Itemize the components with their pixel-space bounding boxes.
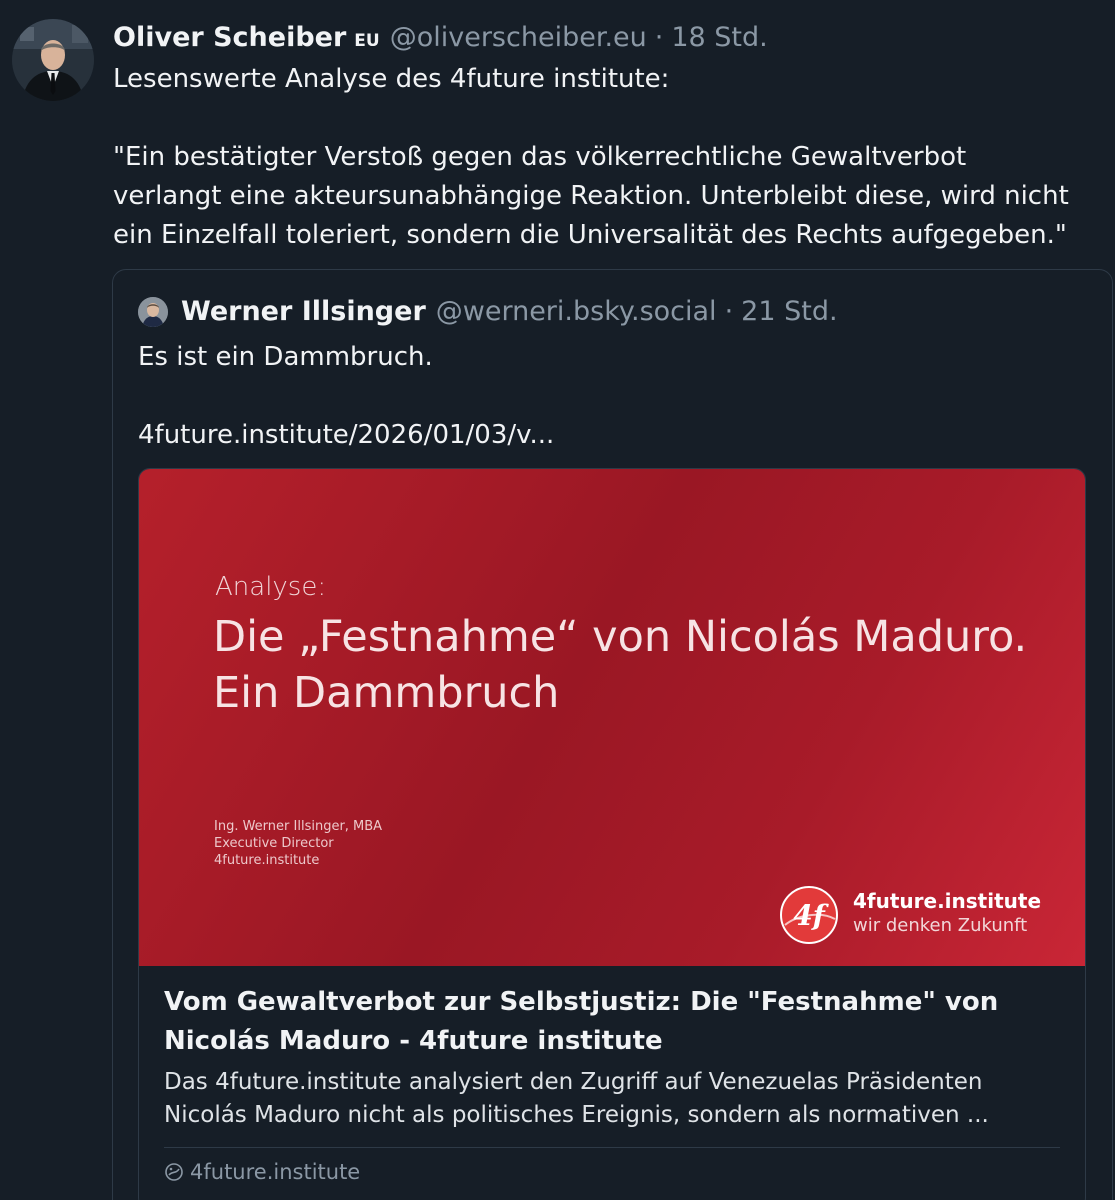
quoted-avatar[interactable] (138, 297, 168, 327)
post-header: Oliver Scheiber EU @oliverscheiber.eu · … (113, 18, 768, 58)
thumbnail-tagline: wir denken Zukunft (853, 915, 1028, 936)
author-handle[interactable]: @oliverscheiber.eu (390, 18, 647, 58)
thumbnail-headline-line: Ein Dammbruch (213, 668, 560, 718)
thumbnail-credit-line: Ing. Werner Illsinger, MBA (214, 819, 383, 834)
post: Oliver Scheiber EU @oliverscheiber.eu · … (0, 0, 1115, 1200)
thumbnail-headline-line: Die „Festnahme“ von Nicolás Maduro. (213, 612, 1028, 662)
globe-icon (165, 1163, 183, 1181)
post-text-line: "Ein bestätigter Verstoß gegen das völke… (113, 142, 967, 172)
author-badge: EU (354, 31, 380, 51)
quoted-avatar-photo-icon (138, 297, 168, 327)
quoted-author-handle[interactable]: @werneri.bsky.social (436, 294, 717, 330)
4future-logo-icon: 4f (780, 886, 838, 944)
link-preview-card[interactable]: Analyse: Die „Festnahme“ von Nicolás Mad… (138, 468, 1086, 1200)
separator: · (724, 296, 734, 327)
link-desc-line: Nicolás Maduro nicht als politisches Ere… (164, 1102, 989, 1128)
link-preview-thumbnail: Analyse: Die „Festnahme“ von Nicolás Mad… (139, 469, 1085, 966)
link-title-line: Vom Gewaltverbot zur Selbstjustiz: Die "… (164, 987, 999, 1017)
quoted-timestamp[interactable]: 21 Std. (741, 294, 837, 330)
link-domain-text: 4future.institute (190, 1160, 361, 1184)
link-desc-line: Das 4future.institute analysiert den Zug… (164, 1069, 983, 1095)
quoted-text-line: Es ist ein Dammbruch. (138, 342, 433, 372)
post-text: Lesenswerte Analyse des 4future institut… (113, 60, 1113, 255)
link-title-line: Nicolás Maduro - 4future institute (164, 1026, 663, 1056)
quoted-post[interactable]: Werner Illsinger @werneri.bsky.social · … (112, 269, 1113, 1200)
post-timestamp[interactable]: 18 Std. (671, 18, 767, 58)
post-text-line: verlangt eine akteursunabhängige Reaktio… (113, 181, 1069, 211)
link-preview-description: Das 4future.institute analysiert den Zug… (164, 1066, 989, 1132)
avatar-photo-icon (12, 19, 94, 101)
link-preview-domain[interactable]: 4future.institute (164, 1160, 360, 1184)
quoted-post-header: Werner Illsinger @werneri.bsky.social · … (138, 294, 838, 330)
quoted-post-text: Es ist ein Dammbruch. 4future.institute/… (138, 338, 554, 455)
thumbnail-kicker: Analyse: (215, 572, 327, 602)
thumbnail-brand: 4future.institute (853, 889, 1042, 913)
logo-text: 4f (793, 899, 829, 932)
separator: · (654, 22, 664, 53)
thumbnail-credit: Ing. Werner Illsinger, MBA Executive Dir… (214, 818, 382, 869)
divider (164, 1147, 1060, 1148)
thumbnail-credit-line: 4future.institute (214, 853, 320, 868)
link-preview-title[interactable]: Vom Gewaltverbot zur Selbstjustiz: Die "… (164, 983, 998, 1061)
avatar[interactable] (12, 19, 94, 101)
author-name[interactable]: Oliver Scheiber (113, 18, 346, 58)
post-text-line: ein Einzelfall toleriert, sondern die Un… (113, 220, 1067, 250)
thumbnail-credit-line: Executive Director (214, 836, 334, 851)
post-text-line: Lesenswerte Analyse des 4future institut… (113, 64, 670, 94)
thumbnail-headline: Die „Festnahme“ von Nicolás Maduro. Ein … (213, 609, 1027, 721)
quoted-link-text[interactable]: 4future.institute/2026/01/03/v... (138, 416, 554, 455)
quoted-author-name[interactable]: Werner Illsinger (181, 294, 426, 330)
